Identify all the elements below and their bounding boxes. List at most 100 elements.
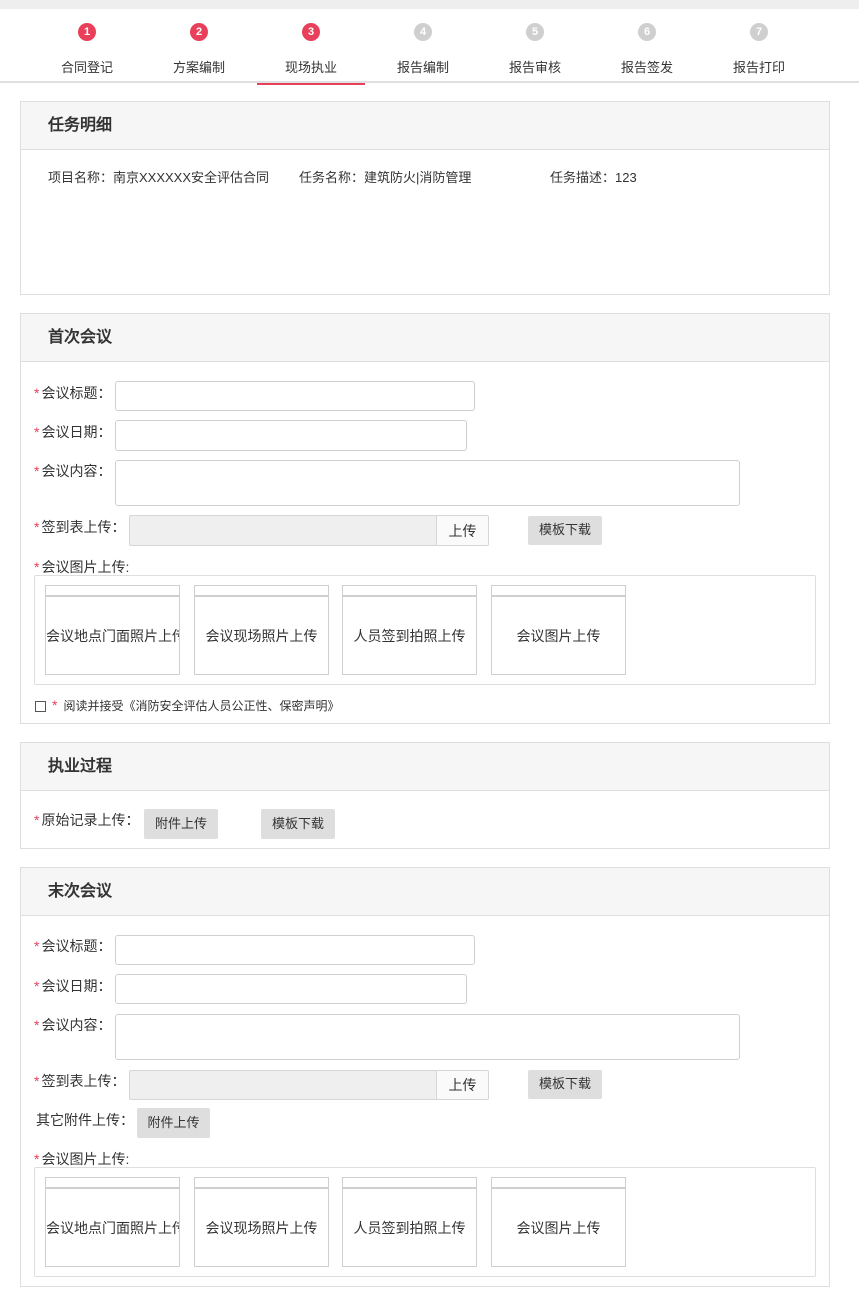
template-download-button[interactable]: 模板下载 bbox=[261, 809, 335, 839]
meeting-title-input[interactable] bbox=[115, 381, 475, 411]
meeting-photos-label: * 会议图片上传: bbox=[34, 557, 129, 577]
photo-tab bbox=[491, 585, 626, 596]
step-number-badge: 3 bbox=[302, 23, 320, 41]
signin-file-field[interactable] bbox=[129, 515, 437, 546]
required-mark: * bbox=[34, 559, 40, 575]
photo-upload-scene[interactable]: 会议现场照片上传 bbox=[194, 585, 329, 675]
signin-upload-button[interactable]: 上传 bbox=[437, 515, 489, 546]
step-report-issue[interactable]: 6 报告签发 bbox=[593, 9, 701, 83]
required-mark: * bbox=[34, 385, 40, 401]
photo-upload-label: 人员签到拍照上传 bbox=[343, 1188, 476, 1266]
meeting-content-label: * 会议内容： bbox=[34, 461, 111, 481]
photo-upload-label: 会议地点门面照片上传 bbox=[46, 1188, 179, 1266]
step-label: 方案编制 bbox=[172, 60, 225, 75]
meeting-title-label: * 会议标题： bbox=[34, 936, 111, 956]
required-mark: * bbox=[52, 697, 58, 713]
label-text: 会议图片上传: bbox=[41, 559, 130, 575]
panel-title: 执业过程 bbox=[21, 743, 829, 791]
step-report-print[interactable]: 7 报告打印 bbox=[705, 9, 813, 83]
label-text: 签到表上传： bbox=[41, 519, 126, 535]
signin-file-field[interactable] bbox=[129, 1070, 437, 1100]
top-bar bbox=[0, 0, 859, 9]
photo-upload-signin[interactable]: 人员签到拍照上传 bbox=[342, 1177, 477, 1267]
label-text: 会议日期： bbox=[41, 424, 112, 440]
signin-sheet-label: * 签到表上传： bbox=[34, 517, 125, 537]
attachment-upload-button[interactable]: 附件上传 bbox=[137, 1108, 210, 1138]
task-description: 任务描述：123 bbox=[550, 170, 637, 185]
meeting-photos-label: * 会议图片上传: bbox=[34, 1149, 129, 1169]
step-number-badge: 5 bbox=[526, 23, 544, 41]
step-number-badge: 1 bbox=[78, 23, 96, 41]
required-mark: * bbox=[34, 1151, 40, 1167]
meeting-content-textarea[interactable] bbox=[115, 1014, 740, 1060]
step-number-badge: 6 bbox=[638, 23, 656, 41]
step-label: 合同登记 bbox=[60, 60, 113, 75]
step-plan-compile[interactable]: 2 方案编制 bbox=[145, 9, 253, 83]
step-report-review[interactable]: 5 报告审核 bbox=[481, 9, 589, 83]
attachment-upload-button[interactable]: 附件上传 bbox=[144, 809, 218, 839]
required-mark: * bbox=[34, 812, 40, 828]
step-onsite-practice[interactable]: 3 现场执业 bbox=[257, 9, 365, 85]
photo-upload-label: 会议图片上传 bbox=[492, 596, 625, 674]
photo-upload-label: 会议现场照片上传 bbox=[195, 596, 328, 674]
task-name: 任务名称：建筑防火|消防管理 bbox=[299, 170, 472, 185]
photo-upload-label: 会议地点门面照片上传 bbox=[46, 596, 179, 674]
photo-upload-scene[interactable]: 会议现场照片上传 bbox=[194, 1177, 329, 1267]
agree-checkbox[interactable] bbox=[35, 701, 46, 712]
photo-upload-venue[interactable]: 会议地点门面照片上传 bbox=[45, 585, 180, 675]
progress-steps: 1 合同登记 2 方案编制 3 现场执业 4 报告编制 5 报告审核 6 报告签… bbox=[0, 9, 859, 85]
meeting-date-label: * 会议日期： bbox=[34, 976, 111, 996]
first-meeting-panel: 首次会议 * 会议标题： * 会议日期： * 会议内容： * 签到表上传： 上传 模板下… bbox=[20, 313, 830, 724]
signin-sheet-label: * 签到表上传： bbox=[34, 1071, 125, 1091]
required-mark: * bbox=[34, 424, 40, 440]
last-meeting-panel: 末次会议 * 会议标题： * 会议日期： * 会议内容： * 签到表上传： 上传 模板下… bbox=[20, 867, 830, 1287]
label-text: 签到表上传： bbox=[41, 1073, 126, 1089]
template-download-button[interactable]: 模板下载 bbox=[528, 516, 602, 545]
photo-upload-area: 会议地点门面照片上传 会议现场照片上传 人员签到拍照上传 会议图片上传 bbox=[34, 1167, 816, 1277]
label-text: 会议图片上传: bbox=[41, 1151, 130, 1167]
photo-upload-venue[interactable]: 会议地点门面照片上传 bbox=[45, 1177, 180, 1267]
agree-statement: * 阅读并接受《消防安全评估人员公正性、保密声明》 bbox=[52, 697, 339, 714]
step-label: 报告编制 bbox=[396, 60, 449, 75]
label-text: 会议标题： bbox=[41, 385, 112, 401]
photo-upload-meeting[interactable]: 会议图片上传 bbox=[491, 1177, 626, 1267]
required-mark: * bbox=[34, 519, 40, 535]
photo-tab bbox=[194, 585, 329, 596]
photo-upload-signin[interactable]: 人员签到拍照上传 bbox=[342, 585, 477, 675]
meeting-date-label: * 会议日期： bbox=[34, 422, 111, 442]
photo-upload-area: 会议地点门面照片上传 会议现场照片上传 人员签到拍照上传 会议图片上传 bbox=[34, 575, 816, 685]
photo-upload-label: 会议现场照片上传 bbox=[195, 1188, 328, 1266]
agree-text: 阅读并接受《消防安全评估人员公正性、保密声明》 bbox=[63, 699, 340, 713]
signin-upload-button[interactable]: 上传 bbox=[437, 1070, 489, 1100]
required-mark: * bbox=[34, 1073, 40, 1089]
meeting-title-label: * 会议标题： bbox=[34, 383, 111, 403]
other-attachment-label: 其它附件上传： bbox=[36, 1112, 134, 1128]
meeting-content-textarea[interactable] bbox=[115, 460, 740, 506]
task-detail-panel: 任务明细 项目名称：南京XXXXXX安全评估合同 任务名称：建筑防火|消防管理 … bbox=[20, 101, 830, 295]
label-text: 会议标题： bbox=[41, 938, 112, 954]
step-report-compile[interactable]: 4 报告编制 bbox=[369, 9, 477, 83]
photo-upload-meeting[interactable]: 会议图片上传 bbox=[491, 585, 626, 675]
photo-tab bbox=[342, 585, 477, 596]
panel-title: 首次会议 bbox=[21, 314, 829, 362]
meeting-date-input[interactable] bbox=[115, 420, 467, 451]
label-text: 会议内容： bbox=[41, 463, 112, 479]
panel-title: 任务明细 bbox=[21, 102, 829, 150]
template-download-button[interactable]: 模板下载 bbox=[528, 1070, 602, 1099]
required-mark: * bbox=[34, 978, 40, 994]
step-number-badge: 7 bbox=[750, 23, 768, 41]
step-number-badge: 2 bbox=[190, 23, 208, 41]
meeting-date-input[interactable] bbox=[115, 974, 467, 1004]
project-name: 项目名称：南京XXXXXX安全评估合同 bbox=[48, 170, 270, 185]
step-label: 现场执业 bbox=[284, 60, 337, 75]
label-text: 会议内容： bbox=[41, 1017, 112, 1033]
photo-upload-label: 人员签到拍照上传 bbox=[343, 596, 476, 674]
panel-title: 末次会议 bbox=[21, 868, 829, 916]
required-mark: * bbox=[34, 463, 40, 479]
active-step-underline bbox=[257, 83, 365, 85]
step-number-badge: 4 bbox=[414, 23, 432, 41]
meeting-content-label: * 会议内容： bbox=[34, 1015, 111, 1035]
step-contract-register[interactable]: 1 合同登记 bbox=[33, 9, 141, 83]
step-label: 报告审核 bbox=[508, 60, 561, 75]
meeting-title-input[interactable] bbox=[115, 935, 475, 965]
